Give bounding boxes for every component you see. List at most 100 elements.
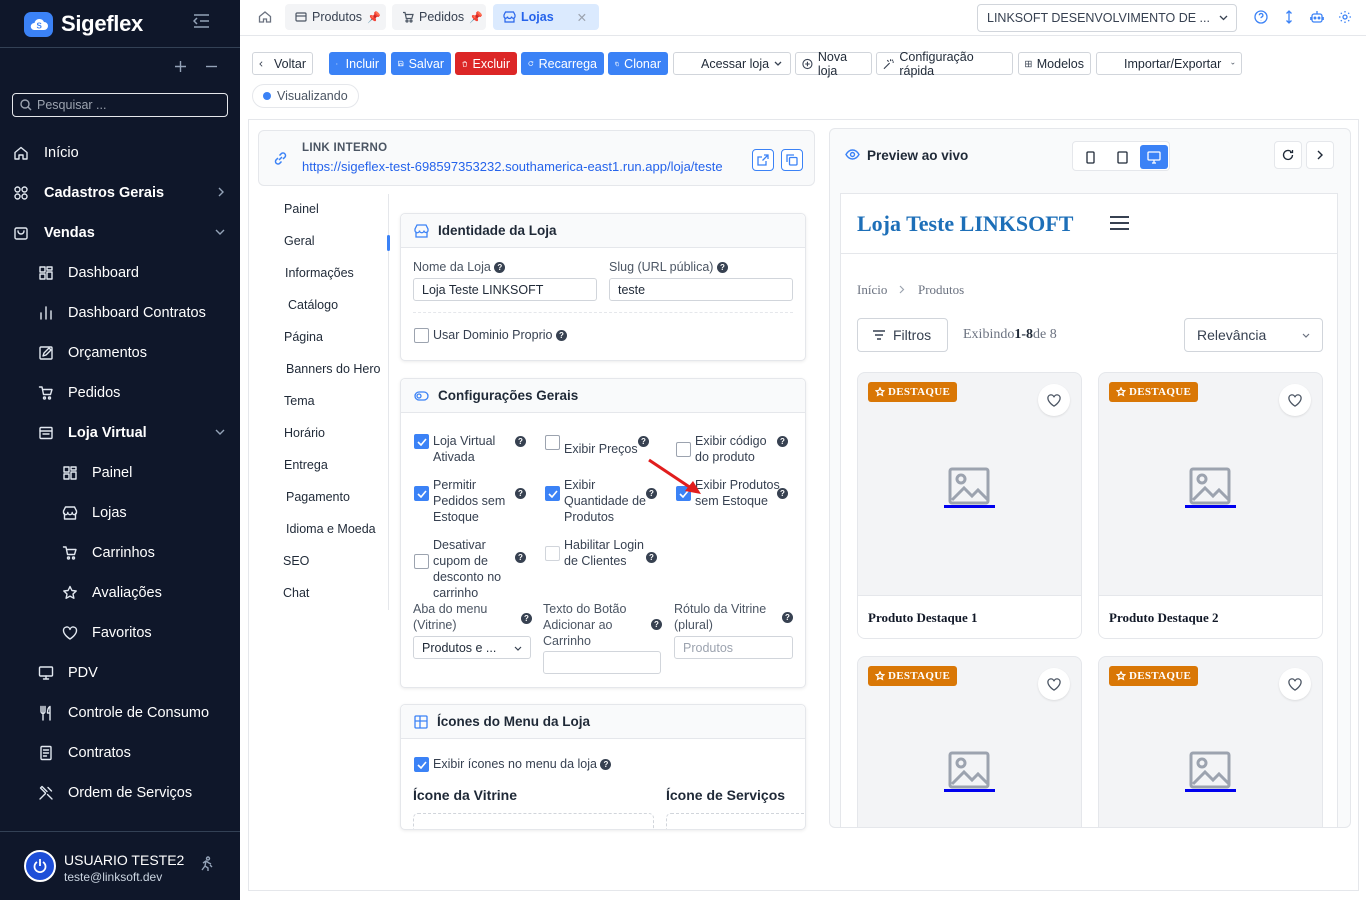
delete-button[interactable]: Excluir <box>455 52 517 75</box>
settings-nav-banners-do-hero[interactable]: Banners do Hero <box>286 362 381 376</box>
company-select[interactable]: LINKSOFT DESENVOLVIMENTO DE ... <box>977 4 1237 32</box>
help-icon[interactable]: ? <box>646 552 657 563</box>
sidebar-item-favoritos[interactable]: Favoritos <box>0 613 240 653</box>
refresh-preview-button[interactable] <box>1274 141 1302 169</box>
slug-input[interactable]: teste <box>609 278 793 301</box>
logout-icon[interactable] <box>199 856 215 872</box>
collapse-all-icon[interactable] <box>205 60 218 73</box>
help-icon[interactable]: ? <box>638 436 649 447</box>
favorite-button[interactable] <box>1038 668 1070 700</box>
sidebar-item-contratos[interactable]: Contratos <box>0 733 240 773</box>
sidebar-item-dashboard[interactable]: Dashboard <box>0 253 240 293</box>
reload-button[interactable]: Recarrega <box>521 52 604 75</box>
sidebar-item-pdv[interactable]: PDV <box>0 653 240 693</box>
settings-nav-seo[interactable]: SEO <box>283 554 309 568</box>
settings-nav-idioma-e-moeda[interactable]: Idioma e Moeda <box>286 522 376 536</box>
tab-lojas[interactable]: Lojas ✕ <box>493 4 599 30</box>
expand-all-icon[interactable] <box>174 60 187 73</box>
option-checkbox[interactable] <box>676 442 691 457</box>
help-icon[interactable]: ? <box>521 613 532 624</box>
sidebar-item-cadastros-gerais[interactable]: Cadastros Gerais <box>0 173 240 213</box>
sidebar-item-lojas[interactable]: Lojas <box>0 493 240 533</box>
open-link-button[interactable] <box>752 149 774 171</box>
include-button[interactable]: Incluir <box>329 52 386 75</box>
own-domain-checkbox[interactable] <box>414 328 429 343</box>
services-icon-picker[interactable] <box>666 813 805 829</box>
app-logo[interactable]: S Sigeflex <box>24 11 143 37</box>
sort-select[interactable]: Relevância <box>1184 318 1323 352</box>
settings-nav-chat[interactable]: Chat <box>283 586 309 600</box>
settings-nav-catalogo[interactable]: Catálogo <box>288 298 338 312</box>
home-icon[interactable] <box>258 10 272 24</box>
product-card[interactable]: DESTAQUE <box>1098 656 1323 827</box>
sidebar-item-pedidos[interactable]: Pedidos <box>0 373 240 413</box>
settings-nav-informacoes[interactable]: Informações <box>285 266 354 280</box>
filters-button[interactable]: Filtros <box>857 318 948 352</box>
clone-button[interactable]: Clonar <box>608 52 668 75</box>
product-card[interactable]: DESTAQUE <box>857 656 1082 827</box>
close-tab-icon[interactable]: ✕ <box>577 10 587 25</box>
product-card[interactable]: DESTAQUE Produto Destaque 1 <box>857 372 1082 639</box>
settings-nav-entrega[interactable]: Entrega <box>284 458 328 472</box>
option-checkbox[interactable] <box>414 486 429 501</box>
menu-icon[interactable] <box>1110 215 1129 231</box>
showcase-icon-picker[interactable] <box>413 813 654 829</box>
tab-produtos[interactable]: Produtos 📌 <box>285 4 386 30</box>
help-icon[interactable]: ? <box>515 488 526 499</box>
sidebar-item-orcamentos[interactable]: Orçamentos <box>0 333 240 373</box>
settings-nav-pagina[interactable]: Página <box>284 330 323 344</box>
settings-nav-tema[interactable]: Tema <box>284 394 315 408</box>
robot-icon[interactable] <box>1310 10 1324 24</box>
save-button[interactable]: Salvar <box>391 52 451 75</box>
menu-tab-select[interactable]: Produtos e ... <box>413 636 531 659</box>
show-icons-checkbox[interactable] <box>414 757 429 772</box>
models-button[interactable]: Modelos <box>1018 52 1091 75</box>
product-card[interactable]: DESTAQUE Produto Destaque 2 <box>1098 372 1323 639</box>
settings-nav-painel[interactable]: Painel <box>284 202 319 216</box>
quick-config-button[interactable]: Configuração rápida <box>876 50 1013 78</box>
option-checkbox[interactable] <box>545 546 560 561</box>
expand-preview-button[interactable] <box>1306 141 1334 169</box>
sidebar-item-loja-virtual[interactable]: Loja Virtual <box>0 413 240 453</box>
user-profile[interactable]: USUARIO TESTE2 teste@linksoft.dev <box>0 831 240 900</box>
help-icon[interactable]: ? <box>782 612 793 623</box>
help-icon[interactable] <box>1254 10 1268 24</box>
sidebar-search-input[interactable]: Pesquisar ... <box>12 93 228 117</box>
collapse-sidebar-icon[interactable] <box>193 14 210 28</box>
sidebar-item-vendas[interactable]: Vendas <box>0 213 240 253</box>
sidebar-item-ordem-de-servicos[interactable]: Ordem de Serviços <box>0 773 240 813</box>
store-name-input[interactable]: Loja Teste LINKSOFT <box>413 278 597 301</box>
back-button[interactable]: Voltar <box>252 52 313 75</box>
help-icon[interactable]: ? <box>777 488 788 499</box>
option-checkbox[interactable] <box>414 554 429 569</box>
link-url[interactable]: https://sigeflex-test-698597353232.south… <box>302 159 723 174</box>
device-desktop-button[interactable] <box>1140 145 1168 169</box>
option-checkbox[interactable] <box>414 434 429 449</box>
sidebar-item-dashboard-contratos[interactable]: Dashboard Contratos <box>0 293 240 333</box>
favorite-button[interactable] <box>1279 668 1311 700</box>
settings-nav-pagamento[interactable]: Pagamento <box>286 490 350 504</box>
settings-nav-horario[interactable]: Horário <box>284 426 325 440</box>
option-checkbox[interactable] <box>545 435 560 450</box>
sidebar-item-avaliacoes[interactable]: Avaliações <box>0 573 240 613</box>
sidebar-item-controle-de-consumo[interactable]: Controle de Consumo <box>0 693 240 733</box>
pin-icon[interactable]: 📌 <box>469 11 483 24</box>
help-icon[interactable]: ? <box>515 436 526 447</box>
sidebar-item-carrinhos[interactable]: Carrinhos <box>0 533 240 573</box>
copy-link-button[interactable] <box>781 149 803 171</box>
help-icon[interactable]: ? <box>515 552 526 563</box>
device-tablet-button[interactable] <box>1108 145 1136 169</box>
favorite-button[interactable] <box>1279 384 1311 416</box>
add-button-text-input[interactable] <box>543 651 661 674</box>
help-icon[interactable]: ? <box>651 619 662 630</box>
pin-icon[interactable]: 📌 <box>367 11 381 24</box>
option-checkbox[interactable] <box>545 486 560 501</box>
access-store-button[interactable]: Acessar loja <box>673 52 791 75</box>
sidebar-item-inicio[interactable]: Início <box>0 133 240 173</box>
store-name[interactable]: Loja Teste LINKSOFT <box>857 211 1073 237</box>
favorite-button[interactable] <box>1038 384 1070 416</box>
new-store-button[interactable]: Nova loja <box>795 50 872 78</box>
sidebar-item-painel[interactable]: Painel <box>0 453 240 493</box>
showcase-label-input[interactable]: Produtos <box>674 636 793 659</box>
help-icon[interactable]: ? <box>777 436 788 447</box>
